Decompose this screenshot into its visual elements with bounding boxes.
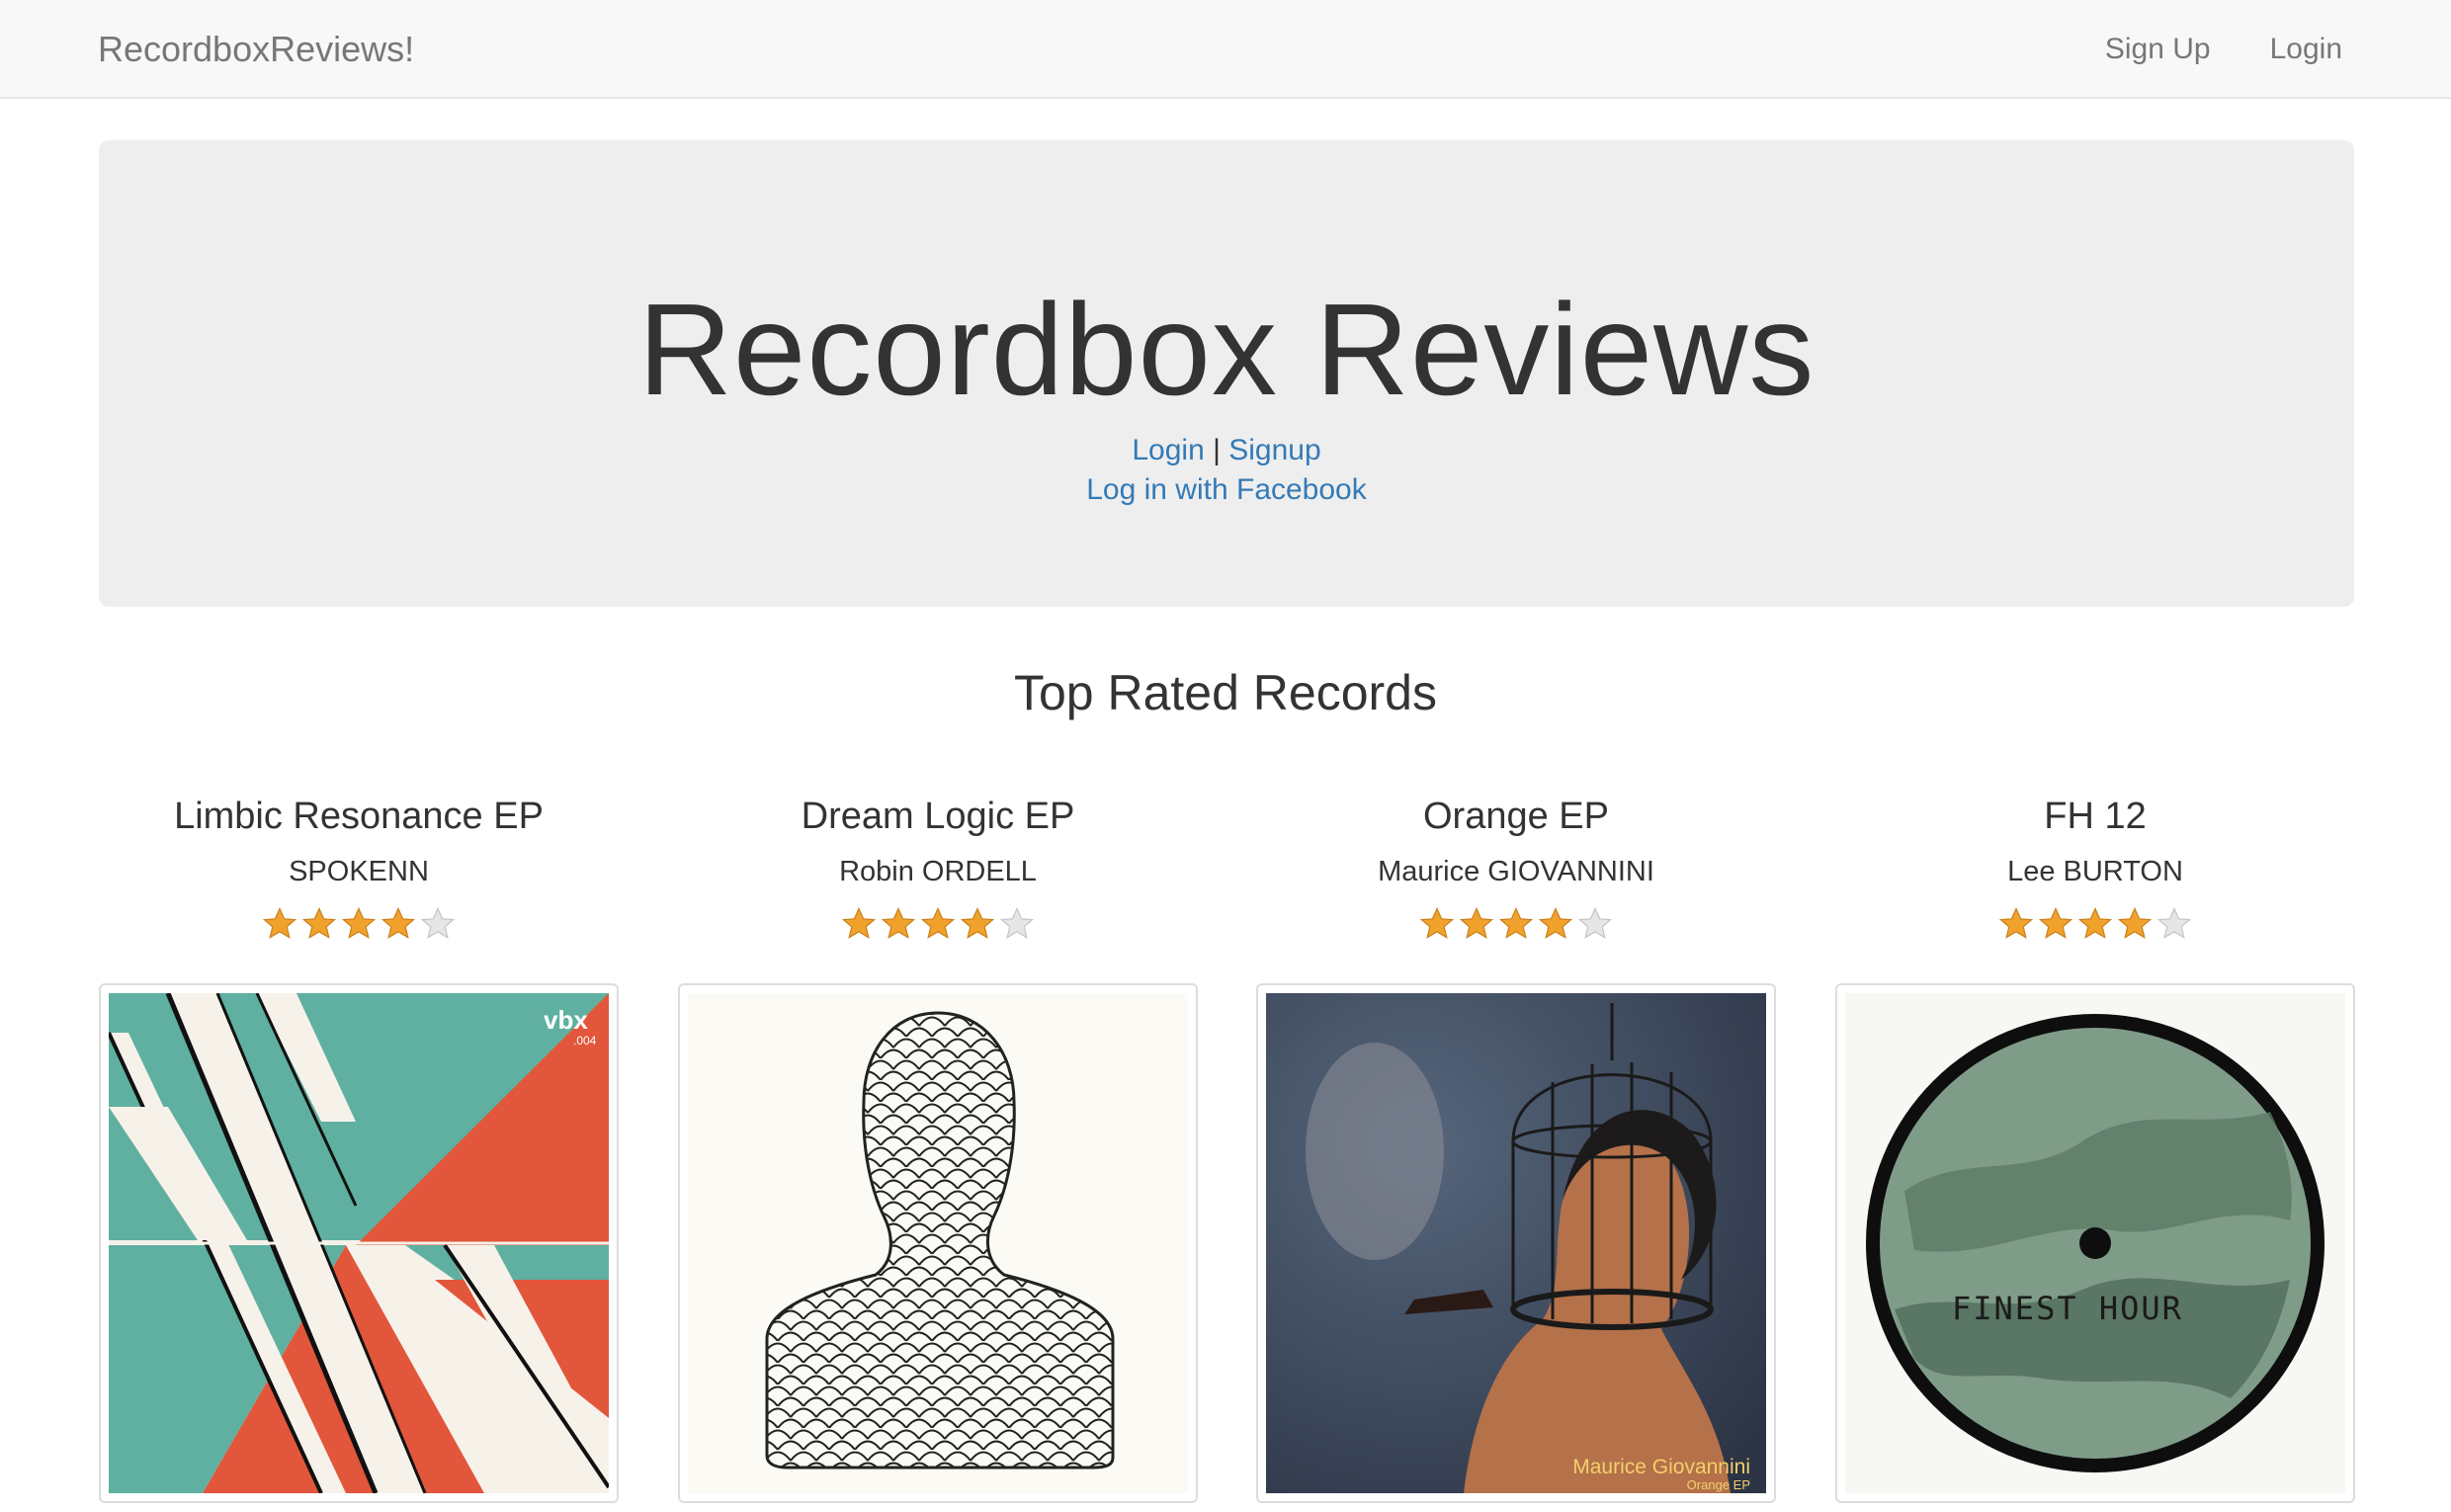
section-title: Top Rated Records	[1013, 665, 1437, 720]
star-rating	[678, 907, 1198, 947]
record-card: Orange EP Maurice GIOVANNINI Maurice Gio…	[1256, 781, 1776, 1503]
record-card: FH 12 Lee BURTON FINEST HOUR	[1835, 781, 2355, 1503]
star-filled-icon	[961, 907, 994, 939]
record-card: Limbic Resonance EP SPOKENN vbx .004	[99, 781, 619, 1503]
star-filled-icon	[1999, 907, 2033, 939]
top-navbar: RecordboxReviews! Sign Up Login	[0, 0, 2451, 99]
star-filled-icon	[263, 907, 296, 939]
record-title[interactable]: Orange EP	[1256, 781, 1776, 852]
cover-catalog-text: .004	[573, 1034, 597, 1048]
record-title[interactable]: FH 12	[1835, 781, 2355, 852]
star-filled-icon	[882, 907, 915, 939]
star-filled-icon	[2118, 907, 2152, 939]
star-empty-icon	[1000, 907, 1034, 939]
album-cover-art: vbx .004	[109, 993, 609, 1493]
record-artist: SPOKENN	[289, 856, 429, 887]
star-filled-icon	[842, 907, 876, 939]
hero-signup-link[interactable]: Signup	[1228, 434, 1320, 466]
auth-separator: |	[1213, 434, 1221, 466]
cover-thumbnail[interactable]	[678, 983, 1198, 1503]
album-cover-art: Maurice Giovannini Orange EP	[1266, 993, 1766, 1493]
album-cover-image	[688, 993, 1188, 1493]
star-rating	[1835, 907, 2355, 947]
nav-login-link[interactable]: Login	[2240, 0, 2372, 99]
hero-title: Recordbox Reviews	[637, 277, 1816, 422]
facebook-login: Log in with Facebook	[99, 470, 2354, 510]
record-title[interactable]: Limbic Resonance EP	[99, 781, 619, 852]
star-empty-icon	[1578, 907, 1612, 939]
star-rating	[99, 907, 619, 947]
star-rating	[1256, 907, 1776, 947]
star-filled-icon	[342, 907, 376, 939]
auth-links: Login | Signup	[99, 431, 2354, 470]
cover-title-text: Orange EP	[1687, 1477, 1750, 1492]
star-filled-icon	[2078, 907, 2112, 939]
record-artist: Lee BURTON	[2007, 856, 2183, 887]
cover-label-text: FINEST HOUR	[1952, 1290, 2183, 1327]
cover-thumbnail[interactable]: Maurice Giovannini Orange EP	[1256, 983, 1776, 1503]
star-filled-icon	[381, 907, 415, 939]
nav-signup-link[interactable]: Sign Up	[2075, 0, 2240, 99]
star-filled-icon	[1499, 907, 1533, 939]
album-cover-image: vbx .004	[109, 993, 609, 1493]
album-cover-image: Maurice Giovannini Orange EP	[1266, 993, 1766, 1493]
record-card: Dream Logic EP Robin ORDELL	[678, 781, 1198, 1503]
record-artist: Maurice GIOVANNINI	[1378, 856, 1654, 887]
hero-login-link[interactable]: Login	[1132, 434, 1204, 466]
star-empty-icon	[421, 907, 455, 939]
cover-artist-text: Maurice Giovannini	[1572, 1456, 1750, 1478]
cover-label-text: vbx	[544, 1005, 588, 1035]
facebook-login-link[interactable]: Log in with Facebook	[1086, 473, 1367, 506]
star-filled-icon	[2039, 907, 2072, 939]
star-filled-icon	[302, 907, 336, 939]
nav-links: Sign Up Login	[2075, 0, 2372, 99]
record-artist: Robin ORDELL	[839, 856, 1037, 887]
album-cover-art	[688, 993, 1188, 1493]
star-filled-icon	[1420, 907, 1454, 939]
star-filled-icon	[1539, 907, 1572, 939]
cover-thumbnail[interactable]: FINEST HOUR	[1835, 983, 2355, 1503]
hero-jumbotron: Recordbox Reviews Login | Signup Log in …	[99, 140, 2354, 607]
album-cover-image: FINEST HOUR	[1845, 993, 2345, 1493]
star-filled-icon	[1460, 907, 1493, 939]
record-title[interactable]: Dream Logic EP	[678, 781, 1198, 852]
star-filled-icon	[921, 907, 955, 939]
brand-link[interactable]: RecordboxReviews!	[98, 0, 414, 99]
star-empty-icon	[2157, 907, 2191, 939]
album-cover-art: FINEST HOUR	[1845, 993, 2345, 1493]
cover-thumbnail[interactable]: vbx .004	[99, 983, 619, 1503]
